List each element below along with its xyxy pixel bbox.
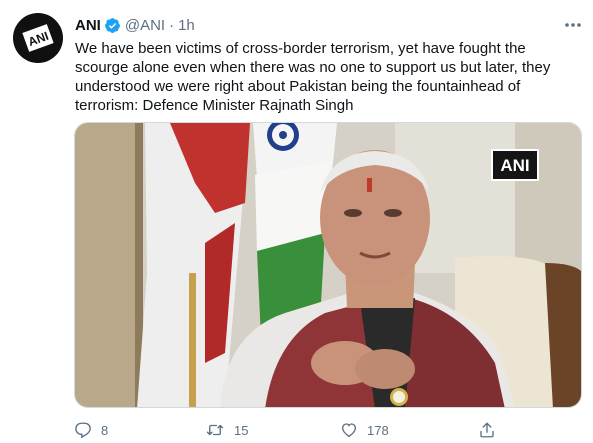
tweet-header: ANI @ANI · 1h bbox=[75, 14, 583, 36]
avatar[interactable]: ANI bbox=[13, 13, 63, 63]
separator-dot: · bbox=[169, 16, 175, 34]
like-count: 178 bbox=[367, 422, 389, 438]
watermark-text: ANI bbox=[500, 156, 529, 175]
handle[interactable]: @ANI bbox=[125, 17, 165, 34]
reply-icon bbox=[75, 422, 91, 439]
tweet-photo[interactable]: ANI bbox=[74, 122, 582, 408]
more-dots-icon[interactable] bbox=[563, 18, 583, 32]
timestamp[interactable]: 1h bbox=[178, 17, 195, 34]
share-icon bbox=[480, 422, 494, 438]
share-button[interactable] bbox=[478, 419, 496, 441]
ani-logo-icon: ANI bbox=[22, 24, 54, 52]
reply-count: 8 bbox=[101, 422, 109, 438]
like-button[interactable]: 178 bbox=[340, 419, 389, 441]
reply-button[interactable]: 8 bbox=[74, 419, 108, 441]
retweet-count: 15 bbox=[234, 422, 249, 438]
tweet[interactable]: ANI ANI @ANI · 1h We have been victims o… bbox=[0, 0, 593, 443]
tweet-actions: 8 15 178 bbox=[64, 419, 534, 441]
ani-watermark: ANI bbox=[491, 149, 539, 181]
tweet-text: We have been victims of cross-border ter… bbox=[75, 40, 551, 114]
heart-icon bbox=[341, 423, 357, 438]
retweet-icon bbox=[206, 424, 224, 436]
display-name[interactable]: ANI bbox=[75, 17, 101, 34]
retweet-button[interactable]: 15 bbox=[205, 419, 248, 441]
verified-badge-icon bbox=[104, 17, 121, 34]
